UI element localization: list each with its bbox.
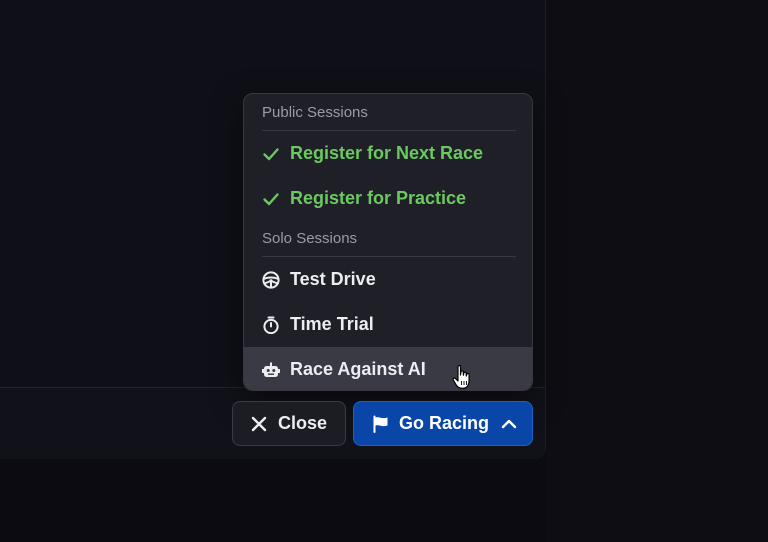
go-racing-button-label: Go Racing <box>399 413 490 433</box>
steering-wheel-icon <box>262 270 280 289</box>
menu-item-time-trial[interactable]: Time Trial <box>244 302 532 347</box>
check-icon <box>262 145 280 163</box>
menu-item-test-drive[interactable]: Test Drive <box>244 257 532 302</box>
go-racing-button[interactable]: Go Racing <box>353 401 533 446</box>
app-window: Public Sessions Register for Next Race R… <box>0 0 768 542</box>
flag-icon <box>372 415 390 433</box>
x-icon <box>250 415 268 433</box>
stopwatch-icon <box>262 316 280 334</box>
go-racing-dropdown-menu: Public Sessions Register for Next Race R… <box>243 93 533 391</box>
robot-icon <box>262 361 280 379</box>
menu-item-race-against-ai[interactable]: Race Against AI <box>244 347 532 390</box>
menu-item-label: Test Drive <box>290 269 376 289</box>
right-panel <box>546 0 768 542</box>
close-button[interactable]: Close <box>232 401 346 446</box>
menu-item-register-practice[interactable]: Register for Practice <box>244 176 532 221</box>
menu-item-label: Register for Next Race <box>290 143 484 163</box>
chevron-up-icon <box>500 415 518 433</box>
section-header-public-sessions: Public Sessions <box>262 104 368 121</box>
menu-item-register-next-race[interactable]: Register for Next Race <box>244 131 532 176</box>
close-button-label: Close <box>278 413 328 433</box>
check-icon <box>262 190 280 208</box>
hand-pointer-cursor-icon <box>452 364 472 390</box>
menu-item-label: Race Against AI <box>290 359 426 379</box>
menu-item-label: Time Trial <box>290 314 374 334</box>
menu-item-label: Register for Practice <box>290 188 467 208</box>
section-header-solo-sessions: Solo Sessions <box>262 230 358 247</box>
